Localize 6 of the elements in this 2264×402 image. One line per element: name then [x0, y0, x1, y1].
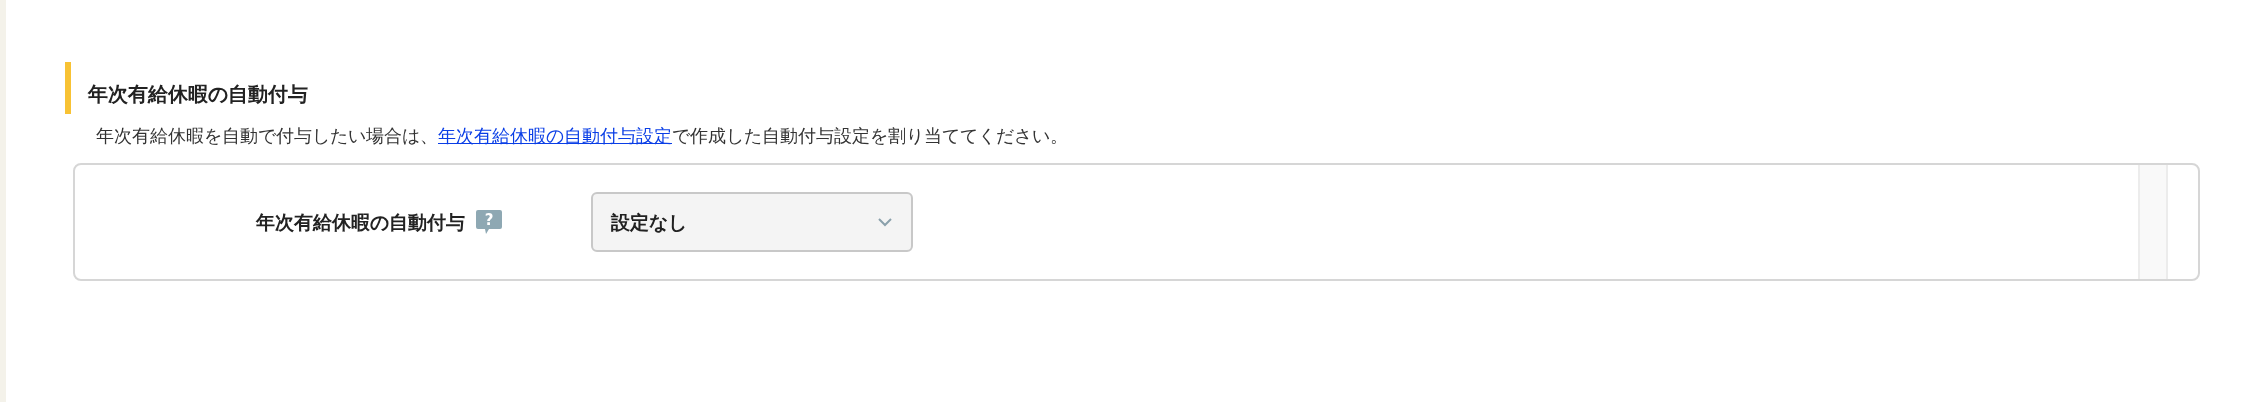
section-heading: 年次有給休暇の自動付与	[65, 62, 2264, 114]
description: 年次有給休暇を自動で付与したい場合は、年次有給休暇の自動付与設定で作成した自動付与設定を割り当ててください。	[95, 124, 1069, 148]
chevron-down-icon	[877, 217, 893, 227]
settings-link[interactable]: 年次有給休暇の自動付与設定	[438, 125, 672, 146]
field-label: 年次有給休暇の自動付与	[255, 209, 465, 235]
select-field[interactable]: 設定なし	[591, 192, 913, 252]
